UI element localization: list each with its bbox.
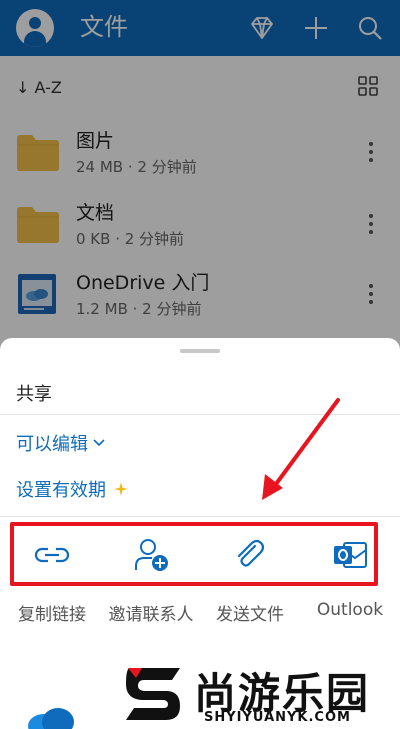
set-expiry-button[interactable]: 设置有效期 [16,476,128,502]
permission-label: 可以编辑 [16,434,88,455]
annotation-highlight-box [10,522,378,586]
outlook-label[interactable]: Outlook [300,600,400,620]
permission-dropdown[interactable]: 可以编辑 [16,430,106,456]
sheet-title: 共享 [16,384,52,405]
divider [0,414,400,415]
divider [0,516,400,517]
watermark-logo [126,668,180,720]
copy-link-label[interactable]: 复制链接 [2,600,102,625]
watermark: 尚游乐园 SHYIYUANYK.COM [120,660,400,729]
expiry-label: 设置有效期 [16,480,106,501]
send-file-label[interactable]: 发送文件 [200,600,300,625]
watermark-url: SHYIYUANYK.COM [204,710,351,725]
onedrive-cloud-icon [26,706,76,729]
drag-handle[interactable] [180,349,220,353]
invite-contacts-label[interactable]: 邀请联系人 [101,600,201,625]
chevron-down-icon [93,439,105,447]
premium-sparkle-icon [114,482,128,496]
